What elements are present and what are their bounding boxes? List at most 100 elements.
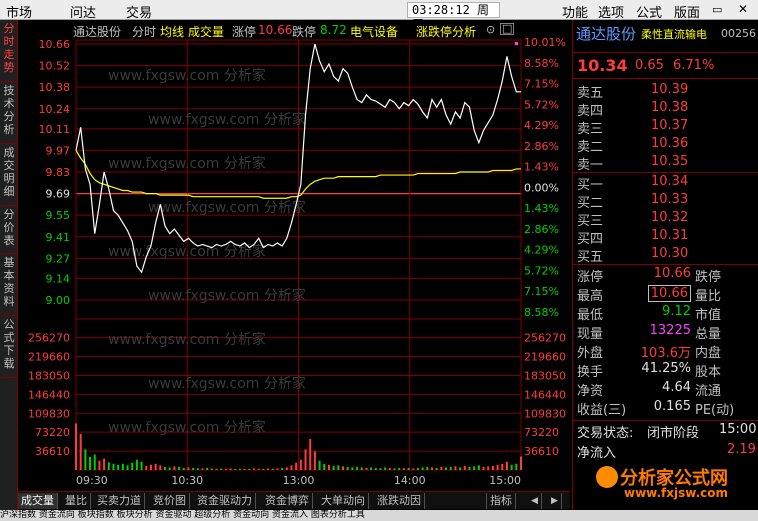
ask-level-4[interactable]: 卖四 10.38 (573, 100, 758, 119)
stat-label-secondary: 总量 (695, 327, 722, 342)
volume-tick-label-right: 73220 (524, 426, 559, 439)
stat-label-secondary: 量比 (695, 289, 722, 304)
net-inflow-value: 2.19 (727, 442, 756, 457)
ask-label: 卖一 (577, 158, 604, 173)
tab-volume-ratio[interactable]: 量比 (62, 493, 91, 509)
chart-settings-icon[interactable]: ⊙ (486, 23, 495, 36)
price-tick-label: 9.69 (46, 188, 71, 201)
indicator-button[interactable]: 指标 (486, 493, 516, 509)
net-inflow-label: 净流入 (577, 446, 617, 461)
volume-tick-label-right: 183050 (524, 369, 566, 382)
tab-volume[interactable]: 成交量 (18, 493, 58, 509)
quote-stock-code: 00256 (721, 27, 756, 40)
volume-tick-label-right: 109830 (524, 407, 566, 420)
price-tick-label: 10.66 (39, 38, 71, 51)
price-tick-label: 10.38 (39, 81, 71, 94)
stat-label-secondary: 市值 (695, 308, 722, 323)
ask-level-5[interactable]: 卖五 10.39 (573, 82, 758, 101)
price-tick-label: 10.11 (39, 123, 71, 136)
pct-tick-label: 8.58% (524, 306, 559, 319)
chart-header: 通达股份 分时 均线 成交量 涨停 10.66 跌停 8.72 电气设备 涨跌停… (18, 22, 570, 39)
stat-row: 收益(三) 0.165 PE(动) (573, 399, 758, 418)
bid-level-5[interactable]: 买五 10.30 (573, 246, 758, 265)
scroll-left-icon[interactable]: ◀ (528, 493, 542, 509)
chart-sector-link[interactable]: 电气设备 (350, 23, 398, 40)
stat-value: 0.165 (653, 399, 691, 414)
stat-label-secondary: 流通 (695, 384, 722, 399)
price-tick-label: 9.41 (46, 231, 71, 244)
tab-buy-sell-force[interactable]: 买卖力道 (94, 493, 145, 509)
volume-tick-label: 183050 (28, 369, 70, 382)
menu-function[interactable]: 功能 (562, 2, 588, 21)
chart-mode-label[interactable]: 分时 (132, 23, 156, 40)
volume-tick-label: 36610 (35, 445, 70, 458)
time-tick-label: 09:30 (76, 474, 108, 487)
tab-fund-game[interactable]: 资金博弈 (262, 493, 313, 509)
tab-fund-drive[interactable]: 资金驱动力 (194, 493, 256, 509)
volume-tick-label: 146440 (28, 388, 70, 401)
stat-row: 涨停 10.66 跌停 (573, 266, 758, 285)
quote-price-row: 10.34 0.65 6.71% (573, 56, 758, 76)
bid-level-3[interactable]: 买三 10.32 (573, 210, 758, 229)
tab-auction-chart[interactable]: 竞价图 (150, 493, 190, 509)
scroll-right-icon[interactable]: ▶ (548, 493, 562, 509)
tab-change-cause[interactable]: 涨跌动因 (374, 493, 425, 509)
tab-big-order[interactable]: 大单动向 (318, 493, 369, 509)
trade-status-time: 15:00 (719, 422, 757, 437)
watermark-text: www.fxgsw.com 分析家 (108, 419, 266, 436)
quote-change-pct: 6.71% (673, 58, 715, 73)
chart-limit-down-label: 跌停 (292, 25, 317, 39)
bid-level-1[interactable]: 买一 10.34 (573, 174, 758, 193)
close-icon[interactable]: ✕ (738, 2, 748, 16)
tab-trade-detail[interactable]: 成交明细 (1, 146, 17, 206)
tab-price-table[interactable]: 分价表 (1, 208, 17, 254)
quote-last-price: 10.34 (577, 56, 628, 75)
bid-level-4[interactable]: 买四 10.31 (573, 228, 758, 247)
stat-label: 现量 (577, 327, 604, 342)
chart-limit-analysis-link[interactable]: 涨跌停分析 (416, 23, 476, 40)
menu-options[interactable]: 选项 (598, 2, 624, 21)
trade-status-label: 交易状态: (577, 426, 634, 441)
stat-label: 最高 (577, 289, 604, 304)
watermark-text: www.fxgsw.com 分析家 (148, 287, 306, 304)
tab-basic-info[interactable]: 基本资料 (1, 256, 17, 316)
ask-price: 10.38 (651, 100, 689, 115)
pct-tick-label: 0.00% (524, 181, 559, 194)
bid-price: 10.33 (651, 192, 689, 207)
ask-level-3[interactable]: 卖三 10.37 (573, 118, 758, 137)
tab-intraday[interactable]: 分时走势 (1, 22, 17, 82)
bid-label: 买一 (577, 178, 604, 193)
bottom-status-strip: 沪深指数 资金流向 板块指数 板块分析 资金驱动 超级分析 资金动向 资金流入 … (0, 510, 758, 521)
menu-wenda[interactable]: 问达 (70, 2, 96, 21)
quote-stock-name: 通达股份 (576, 25, 637, 43)
ask-price: 10.36 (651, 136, 689, 151)
ask-level-2[interactable]: 卖二 10.36 (573, 136, 758, 155)
menu-formula[interactable]: 公式 (636, 2, 662, 21)
stat-row: 最低 9.12 市值 (573, 304, 758, 323)
intraday-chart[interactable]: 10.66 10.52 10.38 10.24 10.11 9.97 9.83 9.69 9.5… (18, 20, 570, 491)
watermark-text: www.fxgsw.com 分析家 (108, 243, 266, 260)
quote-panel: 通达股份 柔性直流输电 00256 10.34 0.65 6.71% 卖五 10.… (572, 20, 758, 510)
stat-value: 13225 (649, 323, 691, 338)
stat-label: 最低 (577, 308, 604, 323)
ask-level-1[interactable]: 卖一 10.35 (573, 154, 758, 173)
stat-row: 现量 13225 总量 (573, 323, 758, 342)
chart-avg-label[interactable]: 均线 (160, 23, 184, 40)
chart-volume-label[interactable]: 成交量 (188, 23, 224, 40)
menu-layout[interactable]: 版面 (674, 2, 700, 21)
stat-label-secondary: 跌停 (695, 270, 722, 285)
minimize-icon[interactable]: ▭ (712, 3, 722, 16)
logo-bubble-icon (596, 466, 618, 488)
stat-row: 最高 10.66 量比 (573, 285, 758, 304)
price-tick-label: 9.00 (46, 294, 71, 307)
pct-tick-label: 4.29% (524, 244, 559, 257)
quote-concept-tag[interactable]: 柔性直流输电 (641, 26, 707, 42)
menu-trade[interactable]: 交易 (126, 2, 152, 21)
chart-toggle-icon[interactable]: □ (500, 23, 515, 35)
menu-market[interactable]: 市场 (6, 2, 32, 21)
volume-tick-label: 256270 (28, 332, 70, 345)
bid-level-2[interactable]: 买二 10.33 (573, 192, 758, 211)
tab-technical[interactable]: 技术分析 (1, 84, 17, 144)
ask-price: 10.37 (651, 118, 689, 133)
tab-formula-download[interactable]: 公式下载 (1, 318, 17, 378)
